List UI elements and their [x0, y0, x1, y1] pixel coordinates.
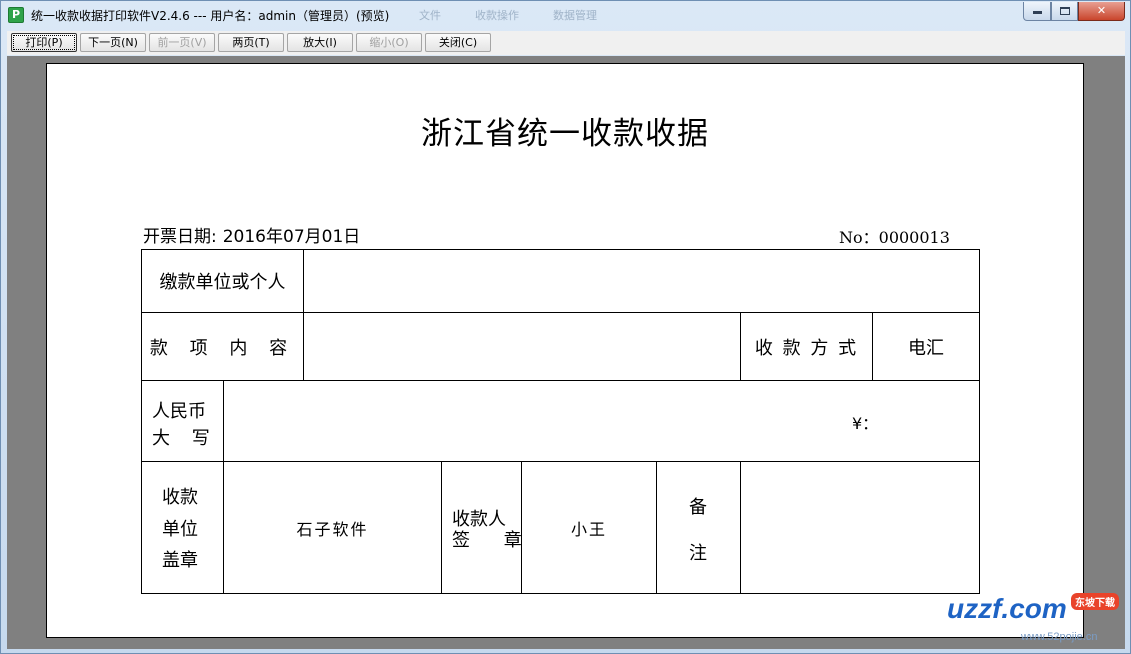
item-value-cell	[303, 312, 741, 381]
unit-label-cell: 收款 单位 盖章	[141, 461, 224, 594]
unit-label-line2: 单位	[162, 519, 198, 540]
issue-date-label: 开票日期:	[143, 227, 217, 247]
watermark-site: www.52pojie.cn	[1021, 631, 1098, 643]
ghost-menu-data: 数据管理	[553, 9, 597, 22]
app-window: P 统一收款收据打印软件V2.4.6 --- 用户名：admin（管理员）(预览…	[0, 0, 1131, 654]
method-value-cell: 电汇	[872, 312, 980, 381]
payee-unit-value: 石子软件	[296, 519, 369, 539]
app-icon: P	[8, 7, 24, 23]
payer-label: 缴款单位或个人	[159, 272, 286, 293]
remark-label-cell: 备 注	[656, 461, 741, 594]
rmb-label-cell: 人民币 大 写	[141, 380, 224, 462]
receipt-number: No：0000013	[839, 224, 950, 248]
unit-label-line3: 盖章	[162, 550, 198, 571]
receipt-number-value: 0000013	[878, 228, 950, 247]
ghost-menu-receipt: 收款操作	[475, 9, 519, 22]
minimize-button[interactable]	[1023, 2, 1051, 21]
remark-label-line2: 注	[689, 543, 707, 564]
two-pages-button[interactable]: 两页(T)	[218, 33, 284, 52]
close-window-button[interactable]: ✕	[1078, 2, 1125, 21]
method-label-cell: 收 款 方 式	[740, 312, 873, 381]
rmb-label-line2: 大 写	[152, 428, 218, 449]
unit-label-line1: 收款	[162, 487, 198, 508]
print-button[interactable]: 打印(P)	[11, 33, 77, 52]
zoom-out-button[interactable]: 缩小(O)	[356, 33, 422, 52]
receipt-page: 浙江省统一收款收据 开票日期: 2016年07月01日 No：0000013 缴款…	[46, 63, 1084, 638]
remark-value-cell	[740, 461, 980, 594]
watermark-logo: uzzf.com	[947, 593, 1067, 624]
maximize-icon	[1059, 7, 1070, 15]
prev-page-button[interactable]: 前一页(V)	[149, 33, 215, 52]
issue-date-value: 2016年07月01日	[222, 227, 361, 247]
minimize-icon	[1032, 11, 1042, 14]
rmb-value-cell: ¥：	[223, 380, 980, 462]
watermark-badge: 东坡下载	[1071, 593, 1119, 610]
item-label: 款 项 内 容	[149, 337, 296, 359]
payment-method-value: 电汇	[908, 337, 944, 359]
close-icon: ✕	[1096, 4, 1107, 17]
rmb-label-line1: 人民币	[152, 401, 206, 422]
next-page-button[interactable]: 下一页(N)	[80, 33, 146, 52]
window-title: 统一收款收据打印软件V2.4.6 --- 用户名：admin（管理员）(预览)	[31, 9, 390, 23]
payer-value-cell	[303, 249, 980, 313]
item-label-cell: 款 项 内 容	[141, 312, 304, 381]
payee-label-cell: 收款人 签 章	[441, 461, 522, 594]
unit-value-cell: 石子软件	[223, 461, 442, 594]
site-watermark: uzzf.com 东坡下载 www.52pojie.cn	[947, 593, 1127, 651]
ghost-menu-file: 文件	[419, 9, 441, 22]
maximize-button[interactable]	[1051, 2, 1078, 21]
yen-amount: ¥：	[852, 414, 879, 433]
print-preview-area[interactable]: 浙江省统一收款收据 开票日期: 2016年07月01日 No：0000013 缴款…	[7, 56, 1125, 649]
issue-date: 开票日期: 2016年07月01日	[143, 222, 360, 247]
payer-label-cell: 缴款单位或个人	[141, 249, 304, 313]
preview-toolbar: 打印(P) 下一页(N) 前一页(V) 两页(T) 放大(I) 缩小(O) 关闭…	[7, 31, 1125, 55]
close-preview-button[interactable]: 关闭(C)	[425, 33, 491, 52]
payee-name: 小王	[570, 519, 607, 539]
remark-label-line1: 备	[689, 497, 707, 518]
zoom-in-button[interactable]: 放大(I)	[287, 33, 353, 52]
receipt-title: 浙江省统一收款收据	[421, 116, 709, 152]
receipt-number-label: No：	[839, 228, 879, 247]
receipt-form: 缴款单位或个人 款 项 内 容 收 款 方 式 电汇 人民币 大 写 ¥： 收款…	[141, 249, 980, 594]
title-bar[interactable]: P 统一收款收据打印软件V2.4.6 --- 用户名：admin（管理员）(预览…	[1, 1, 1130, 29]
payment-method-label: 收 款 方 式	[754, 337, 859, 359]
payee-value-cell: 小王	[521, 461, 657, 594]
